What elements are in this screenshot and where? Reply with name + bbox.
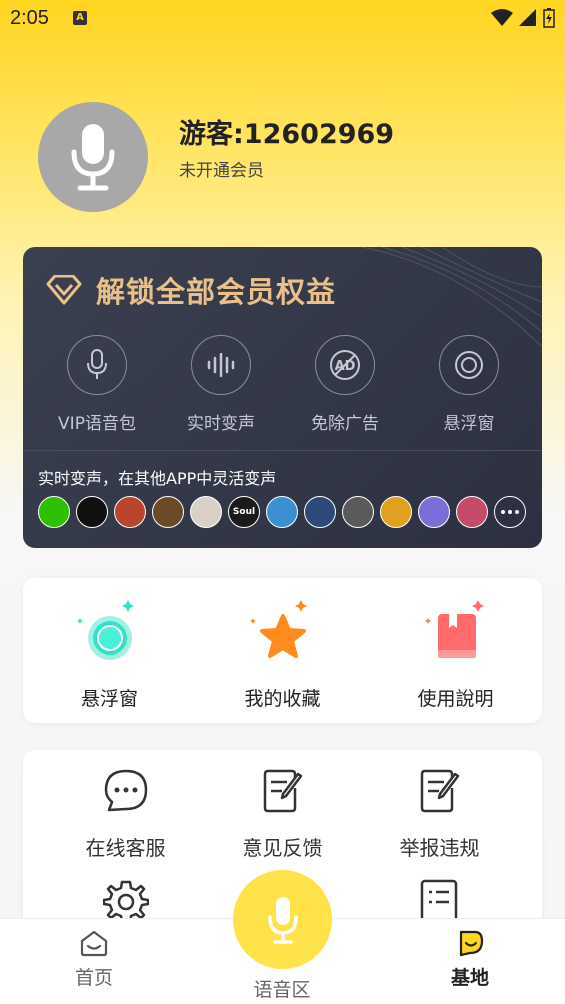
vip-feature-label: VIP语音包 <box>58 414 136 434</box>
waveform-icon <box>207 353 235 377</box>
quick-label: 使用說明 <box>417 688 494 710</box>
vip-feature-label: 悬浮窗 <box>443 414 495 434</box>
nav-voice-label: 语音区 <box>253 979 311 1001</box>
app-icon-game-2 <box>152 496 184 528</box>
quick-favorites[interactable]: 我的收藏 <box>196 578 369 723</box>
chat-icon <box>104 769 147 812</box>
status-time: 2:05 <box>10 7 49 29</box>
quick-label: 悬浮窗 <box>80 688 138 710</box>
app-icon-game-7 <box>380 496 412 528</box>
edit-note-icon <box>420 769 459 813</box>
service-label: 举报违规 <box>399 836 480 860</box>
vip-card[interactable]: 解锁全部会员权益 VIP语音包 实时变声 AD 免除广告 悬浮窗 实时变声，在其… <box>23 247 542 548</box>
mic-icon <box>71 124 115 191</box>
app-icon-game-5 <box>304 496 336 528</box>
book-icon <box>424 600 484 658</box>
quick-actions-card: 悬浮窗 我的收藏 使用說明 <box>23 578 542 723</box>
nav-label: 基地 <box>450 967 489 989</box>
username: 游客:12602969 <box>179 119 395 150</box>
vip-header: 解锁全部会员权益 <box>46 269 336 311</box>
edit-note-icon <box>263 769 302 813</box>
nav-home[interactable]: 首页 <box>34 929 154 990</box>
vip-features: VIP语音包 实时变声 AD 免除广告 悬浮窗 <box>23 335 542 434</box>
vip-subtitle: 实时变声，在其他APP中灵活变声 <box>38 469 277 488</box>
float-window-icon <box>76 600 134 660</box>
float-window-icon <box>455 351 483 379</box>
vip-title: 解锁全部会员权益 <box>96 275 337 309</box>
wifi-icon <box>491 9 513 26</box>
no-ad-icon: AD <box>330 350 360 380</box>
nav-label: 首页 <box>74 967 113 989</box>
vip-feature-voice-pack[interactable]: VIP语音包 <box>35 335 159 434</box>
vip-feature-no-ads[interactable]: AD 免除广告 <box>283 335 407 434</box>
divider <box>23 450 542 451</box>
more-apps-icon[interactable] <box>494 496 526 528</box>
service-label: 在线客服 <box>85 836 166 860</box>
diamond-icon <box>46 275 82 305</box>
battery-icon <box>543 8 555 28</box>
service-feedback[interactable]: 意见反馈 <box>196 768 369 861</box>
service-online-support[interactable]: 在线客服 <box>39 768 212 861</box>
vip-feature-label: 免除广告 <box>311 414 379 434</box>
service-label: 意见反馈 <box>242 836 323 860</box>
app-icon-soul: Soul <box>228 496 260 528</box>
base-icon <box>459 930 484 957</box>
app-icon-game-9 <box>456 496 488 528</box>
app-icon-game-1 <box>114 496 146 528</box>
signal-icon <box>519 9 536 26</box>
svg-text:AD: AD <box>335 359 356 374</box>
vip-feature-realtime-voice[interactable]: 实时变声 <box>159 335 283 434</box>
nav-base[interactable]: 基地 <box>410 929 530 990</box>
quick-instructions[interactable]: 使用說明 <box>369 578 542 723</box>
vip-feature-float-window[interactable]: 悬浮窗 <box>407 335 531 434</box>
voice-area-button[interactable] <box>233 870 332 969</box>
star-icon <box>249 600 307 658</box>
app-icon-wechat <box>38 496 70 528</box>
app-icon-game-8 <box>418 496 450 528</box>
mic-icon <box>267 896 298 944</box>
quick-label: 我的收藏 <box>244 688 321 710</box>
quick-float-window[interactable]: 悬浮窗 <box>23 578 196 723</box>
avatar[interactable] <box>38 102 148 212</box>
status-icons <box>491 8 555 28</box>
service-report[interactable]: 举报违规 <box>353 768 526 861</box>
app-icon-text: Soul <box>232 507 256 517</box>
mic-icon <box>87 349 107 379</box>
notification-icon: A <box>73 11 87 25</box>
home-icon <box>80 930 108 957</box>
app-icon-game-4 <box>266 496 298 528</box>
app-icon-game-3 <box>190 496 222 528</box>
membership-status: 未开通会员 <box>179 161 264 181</box>
app-icon-qq <box>76 496 108 528</box>
supported-apps-row: Soul <box>38 496 526 528</box>
vip-feature-label: 实时变声 <box>187 414 255 434</box>
status-bar: 2:05 A <box>0 0 565 40</box>
app-icon-game-6 <box>342 496 374 528</box>
